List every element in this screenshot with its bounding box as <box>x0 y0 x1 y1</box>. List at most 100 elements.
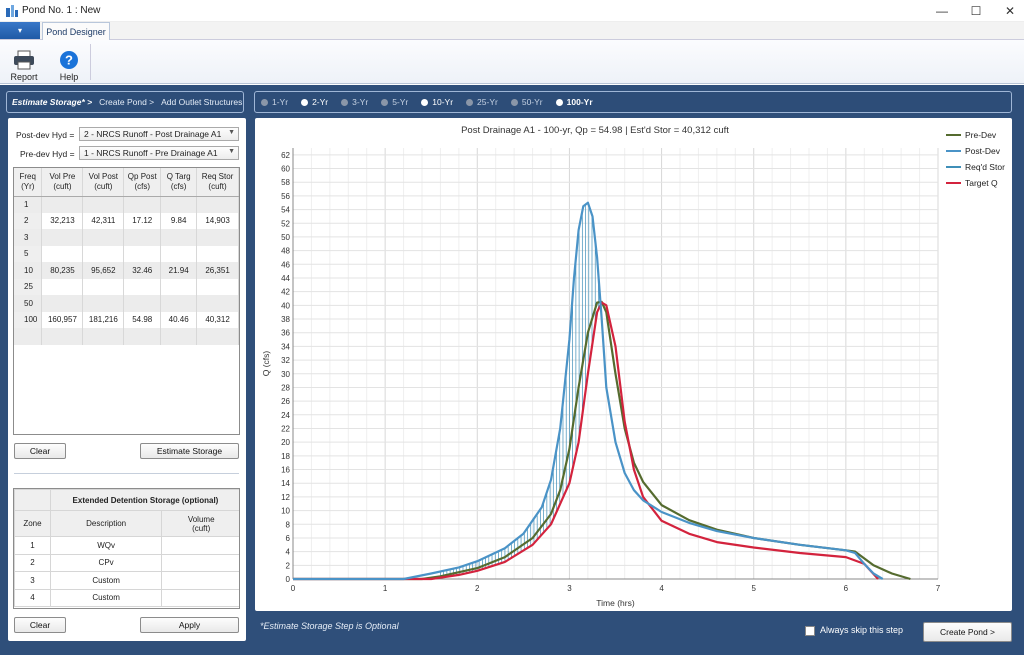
table-row[interactable]: 3 <box>14 229 239 246</box>
step-add-outlet-structures[interactable]: Add Outlet Structures <box>161 97 242 107</box>
y-tick-label: 62 <box>281 151 290 160</box>
freq-label: 50-Yr <box>521 97 543 107</box>
table-row[interactable]: 50 <box>14 295 239 312</box>
y-tick-label: 2 <box>286 561 291 570</box>
table-cell[interactable] <box>161 553 239 572</box>
table-row[interactable]: 4 Custom <box>14 588 239 607</box>
y-tick-label: 36 <box>281 329 290 338</box>
freq-label: 100-Yr <box>566 97 593 107</box>
frequency-selector: 1-Yr 2-Yr 3-Yr 5-Yr 10-Yr 25-Yr 50-Yr 100-Yr <box>254 91 1012 113</box>
y-tick-label: 8 <box>286 520 291 529</box>
table-cell: 42,311 <box>82 212 125 229</box>
freq-option[interactable]: 5-Yr <box>381 97 408 107</box>
clear-ed-button[interactable]: Clear <box>14 617 66 633</box>
table-cell: 40.46 <box>160 311 198 328</box>
table-row[interactable]: 10 80,235 95,652 32.46 21.94 26,351 <box>14 262 239 279</box>
app-icon <box>6 5 18 17</box>
table-cell <box>82 229 125 246</box>
table-row[interactable]: 5 <box>14 245 239 262</box>
freq-option[interactable]: 10-Yr <box>421 97 453 107</box>
ribbon-tab-strip <box>0 22 1024 40</box>
y-tick-label: 26 <box>281 397 290 406</box>
freq-option[interactable]: 100-Yr <box>555 97 593 107</box>
step-estimate-storage[interactable]: Estimate Storage* > <box>12 97 92 107</box>
freq-option[interactable]: 25-Yr <box>466 97 498 107</box>
table-row[interactable]: 1 WQv <box>14 536 239 555</box>
y-tick-label: 0 <box>286 575 291 584</box>
y-tick-label: 4 <box>286 548 291 557</box>
always-skip-label[interactable]: Always skip this step <box>820 625 903 635</box>
freq-option[interactable]: 1-Yr <box>261 97 288 107</box>
apply-button[interactable]: Apply <box>140 617 239 633</box>
y-tick-label: 20 <box>281 438 290 447</box>
table-cell: 25 <box>14 278 43 295</box>
column-header: Vol Post (cuft) <box>82 168 125 197</box>
freq-label: 25-Yr <box>477 97 498 107</box>
table-cell <box>196 196 239 213</box>
always-skip-checkbox[interactable] <box>805 626 815 636</box>
table-cell <box>196 229 239 246</box>
table-cell: 40,312 <box>196 311 239 328</box>
app-menu-button[interactable]: ▾ <box>0 22 40 39</box>
printer-icon <box>14 50 34 70</box>
extended-detention-table: Extended Detention Storage (optional) Zo… <box>13 488 240 609</box>
estimate-storage-button[interactable]: Estimate Storage <box>140 443 239 459</box>
title-bar <box>0 0 1024 22</box>
table-cell <box>123 278 162 295</box>
help-button[interactable]: ? Help <box>47 42 91 82</box>
table-cell <box>160 278 198 295</box>
table-row[interactable]: 100 160,957 181,216 54.98 40.46 40,312 <box>14 311 239 328</box>
table-row[interactable]: 1 <box>14 196 239 213</box>
y-tick-label: 56 <box>281 192 290 201</box>
y-tick-label: 32 <box>281 356 290 365</box>
table-cell <box>82 196 125 213</box>
minimize-button[interactable]: — <box>924 0 960 22</box>
pre-dev-hyd-label: Pre-dev Hyd = <box>20 149 75 159</box>
column-header: Qp Post (cfs) <box>123 168 162 197</box>
y-tick-label: 54 <box>281 206 290 215</box>
report-button[interactable]: Report <box>2 42 46 82</box>
hydrograph-chart: 0246810121416182022242628303234363840424… <box>261 130 1005 608</box>
legend-label: Target Q <box>965 178 998 188</box>
freq-option[interactable]: 2-Yr <box>301 97 328 107</box>
table-cell <box>160 295 198 312</box>
table-cell: 26,351 <box>196 262 239 279</box>
table-cell: 2 <box>14 212 43 229</box>
close-button[interactable]: ✕ <box>992 0 1024 22</box>
clear-button[interactable]: Clear <box>14 443 66 459</box>
pre-dev-hyd-value: 1 - NRCS Runoff - Pre Drainage A1 <box>84 148 218 158</box>
y-tick-label: 42 <box>281 288 290 297</box>
y-tick-label: 40 <box>281 301 290 310</box>
table-cell: 54.98 <box>123 311 162 328</box>
tab-pond-designer[interactable]: Pond Designer <box>42 22 110 41</box>
table-row[interactable]: 2 32,213 42,311 17.12 9.84 14,903 <box>14 212 239 229</box>
help-icon: ? <box>60 51 78 69</box>
table-cell: 21.94 <box>160 262 198 279</box>
table-row[interactable]: 2 CPv <box>14 553 239 572</box>
create-pond-button[interactable]: Create Pond > <box>923 622 1012 642</box>
post-dev-hyd-value: 2 - NRCS Runoff - Post Drainage A1 <box>84 129 222 139</box>
table-cell[interactable] <box>161 536 239 555</box>
x-tick-label: 2 <box>475 584 480 593</box>
freq-option[interactable]: 3-Yr <box>341 97 368 107</box>
pre-dev-hyd-select[interactable]: 1 - NRCS Runoff - Pre Drainage A1 ▼ <box>79 146 239 160</box>
chevron-down-icon: ▼ <box>228 148 235 155</box>
table-cell: CPv <box>49 553 163 572</box>
step-create-pond[interactable]: Create Pond > <box>99 97 154 107</box>
y-tick-label: 12 <box>281 493 290 502</box>
table-row[interactable]: 25 <box>14 278 239 295</box>
radio-icon <box>510 98 518 106</box>
freq-option[interactable]: 50-Yr <box>510 97 543 107</box>
table-cell <box>160 196 198 213</box>
table-cell[interactable] <box>161 588 239 607</box>
table-row[interactable]: 3 Custom <box>14 571 239 590</box>
legend-label: Pre-Dev <box>965 130 997 140</box>
y-tick-label: 60 <box>281 165 290 174</box>
y-tick-label: 22 <box>281 424 290 433</box>
maximize-button[interactable]: ☐ <box>958 0 994 22</box>
table-row[interactable] <box>14 328 239 345</box>
table-cell[interactable] <box>161 571 239 590</box>
table-cell: 1 <box>14 536 51 555</box>
post-dev-hyd-select[interactable]: 2 - NRCS Runoff - Post Drainage A1 ▼ <box>79 127 239 141</box>
y-tick-label: 44 <box>281 274 290 283</box>
